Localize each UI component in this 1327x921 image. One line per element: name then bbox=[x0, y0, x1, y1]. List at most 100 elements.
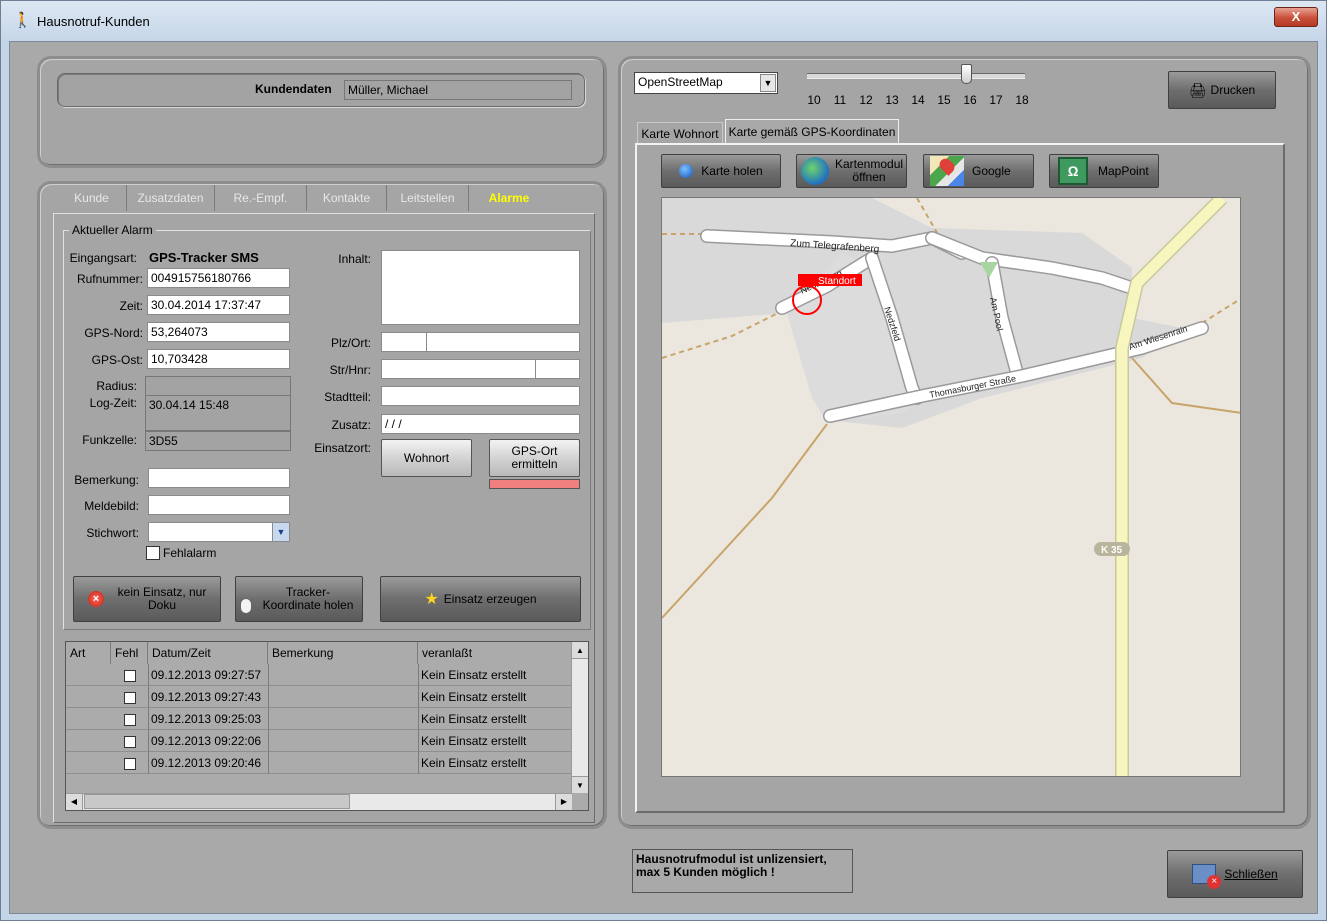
tab-alarme[interactable]: Alarme bbox=[469, 185, 549, 211]
grid-header-fehl[interactable]: Fehl bbox=[111, 642, 148, 664]
stichwort-label: Stichwort: bbox=[86, 526, 139, 540]
window-close-button[interactable]: X bbox=[1274, 7, 1318, 27]
rufnummer-field[interactable]: 004915756180766 bbox=[147, 268, 290, 288]
row-fehl-checkbox[interactable] bbox=[124, 692, 136, 704]
funkzelle-field[interactable]: 3D55 bbox=[145, 431, 291, 451]
row-art-cell bbox=[66, 664, 111, 686]
gps-ost-field[interactable]: 10,703428 bbox=[147, 349, 290, 369]
license-notice-text: Hausnotrufmodul ist unlizensiert, max 5 … bbox=[636, 852, 827, 879]
grid-vertical-scrollbar[interactable]: ▲ ▼ bbox=[571, 642, 588, 793]
kartenmodul-button[interactable]: Kartenmodul öffnen bbox=[796, 154, 907, 188]
stadtteil-field[interactable] bbox=[381, 386, 580, 406]
alarm-history-grid: Art Fehl Datum/Zeit Bemerkung veranlaßt … bbox=[65, 641, 589, 811]
row-datum-cell: 09.12.2013 09:20:46 bbox=[148, 752, 268, 774]
dropdown-arrow-icon[interactable]: ▼ bbox=[272, 523, 289, 541]
tab-kunde[interactable]: Kunde bbox=[57, 185, 127, 211]
table-row[interactable]: 09.12.2013 09:27:43 Kein Einsatz erstell… bbox=[66, 686, 572, 708]
meldebild-field[interactable] bbox=[148, 495, 290, 515]
row-veranlasst-cell: Kein Einsatz erstellt bbox=[418, 708, 572, 730]
table-row[interactable]: 09.12.2013 09:22:06 Kein Einsatz erstell… bbox=[66, 730, 572, 752]
gps-ort-button-label: GPS-Ort ermitteln bbox=[511, 444, 558, 471]
tab-leitstellen[interactable]: Leitstellen bbox=[387, 185, 469, 211]
map-provider-value: OpenStreetMap bbox=[638, 75, 723, 89]
mappoint-button[interactable]: Ω MapPoint bbox=[1049, 154, 1159, 188]
row-veranlasst-cell: Kein Einsatz erstellt bbox=[418, 664, 572, 686]
schliessen-button[interactable]: × Schließen bbox=[1167, 850, 1303, 898]
row-veranlasst-cell: Kein Einsatz erstellt bbox=[418, 752, 572, 774]
print-button-label: Drucken bbox=[1210, 82, 1256, 97]
einsatz-erzeugen-label: Einsatz erzeugen bbox=[443, 591, 537, 606]
scroll-left-icon[interactable]: ◀ bbox=[66, 794, 83, 810]
zoom-tick-label: 15 bbox=[937, 93, 951, 107]
scroll-up-icon[interactable]: ▲ bbox=[572, 642, 588, 659]
print-button[interactable]: 🖨 Drucken bbox=[1168, 71, 1276, 109]
logzeit-field[interactable]: 30.04.14 15:48 bbox=[145, 395, 291, 431]
table-row[interactable]: 09.12.2013 09:20:46 Kein Einsatz erstell… bbox=[66, 752, 572, 774]
scroll-thumb[interactable] bbox=[84, 794, 350, 809]
map-provider-select[interactable]: OpenStreetMap ▼ bbox=[634, 72, 778, 94]
tab-kontakte[interactable]: Kontakte bbox=[307, 185, 387, 211]
stadtteil-label: Stadtteil: bbox=[324, 390, 371, 404]
gps-ort-indicator bbox=[489, 479, 580, 489]
einsatz-erzeugen-button[interactable]: ★ Einsatz erzeugen bbox=[380, 576, 581, 622]
row-bemerkung-cell bbox=[268, 708, 418, 730]
grid-header-art[interactable]: Art bbox=[66, 642, 111, 664]
funkzelle-label: Funkzelle: bbox=[82, 433, 137, 447]
hnr-field[interactable] bbox=[535, 359, 580, 379]
row-bemerkung-cell bbox=[268, 730, 418, 752]
row-fehl-checkbox[interactable] bbox=[124, 736, 136, 748]
wohnort-button[interactable]: Wohnort bbox=[381, 439, 472, 477]
row-fehl-checkbox[interactable] bbox=[124, 758, 136, 770]
zoom-tick-label: 13 bbox=[885, 93, 899, 107]
map-canvas: Zum Telegrafenberg Nedz...weg Nedzfeld A… bbox=[662, 198, 1240, 776]
row-art-cell bbox=[66, 708, 111, 730]
str-field[interactable] bbox=[381, 359, 536, 379]
customer-label: Kundendaten bbox=[255, 82, 332, 96]
map-view[interactable]: Zum Telegrafenberg Nedz...weg Nedzfeld A… bbox=[661, 197, 1241, 777]
cancel-red-icon: × bbox=[88, 591, 104, 607]
customer-name-field[interactable]: Müller, Michael bbox=[344, 80, 572, 100]
logzeit-label: Log-Zeit: bbox=[89, 396, 137, 410]
grid-header-datum[interactable]: Datum/Zeit bbox=[148, 642, 268, 664]
scroll-down-icon[interactable]: ▼ bbox=[572, 776, 588, 793]
row-fehl-checkbox[interactable] bbox=[124, 670, 136, 682]
einsatzort-label: Einsatzort: bbox=[314, 441, 371, 455]
kein-einsatz-button[interactable]: × kein Einsatz, nur Doku bbox=[73, 576, 221, 622]
row-bemerkung-cell bbox=[268, 664, 418, 686]
ort-field[interactable] bbox=[426, 332, 580, 352]
tab-re-empf[interactable]: Re.-Empf. bbox=[215, 185, 307, 211]
inhalt-label: Inhalt: bbox=[338, 252, 371, 266]
zoom-slider-thumb[interactable] bbox=[961, 64, 972, 84]
row-datum-cell: 09.12.2013 09:22:06 bbox=[148, 730, 268, 752]
fehlalarm-checkbox[interactable] bbox=[146, 546, 160, 560]
zeit-field[interactable]: 30.04.2014 17:37:47 bbox=[147, 295, 290, 315]
bemerkung-field[interactable] bbox=[148, 468, 290, 488]
google-button[interactable]: Google bbox=[923, 154, 1034, 188]
karte-holen-button[interactable]: Karte holen bbox=[661, 154, 781, 188]
plz-field[interactable] bbox=[381, 332, 427, 352]
scroll-right-icon[interactable]: ▶ bbox=[555, 794, 572, 810]
zeit-label: Zeit: bbox=[119, 299, 143, 313]
row-fehl-checkbox[interactable] bbox=[124, 714, 136, 726]
dropdown-arrow-icon[interactable]: ▼ bbox=[760, 74, 776, 92]
tab-strip: Kunde Zusatzdaten Re.-Empf. Kontakte Lei… bbox=[57, 185, 547, 211]
tracker-koordinate-button[interactable]: Tracker-Koordinate holen bbox=[235, 576, 363, 622]
main-window: 🚶 Hausnotruf-Kunden X Kundendaten Müller… bbox=[0, 0, 1327, 921]
inhalt-field[interactable] bbox=[381, 250, 580, 325]
star-icon: ★ bbox=[424, 590, 439, 608]
table-row[interactable]: 09.12.2013 09:25:03 Kein Einsatz erstell… bbox=[66, 708, 572, 730]
gps-ort-button[interactable]: GPS-Ort ermitteln bbox=[489, 439, 580, 477]
radius-field[interactable] bbox=[145, 376, 291, 396]
zoom-slider[interactable] bbox=[807, 73, 1025, 79]
stichwort-select[interactable]: ▼ bbox=[148, 522, 290, 542]
zusatz-field[interactable]: / / / bbox=[381, 414, 580, 434]
map-tab-wohnort[interactable]: Karte Wohnort bbox=[637, 122, 723, 144]
grid-header-veranlasst[interactable]: veranlaßt bbox=[418, 642, 573, 664]
grid-header-bemerkung[interactable]: Bemerkung bbox=[268, 642, 418, 664]
grid-horizontal-scrollbar[interactable]: ◀ ▶ bbox=[66, 793, 572, 810]
gps-nord-field[interactable]: 53,264073 bbox=[147, 322, 290, 342]
table-row[interactable]: 09.12.2013 09:27:57 Kein Einsatz erstell… bbox=[66, 664, 572, 686]
plz-label: Plz/Ort: bbox=[330, 336, 371, 350]
tab-zusatzdaten[interactable]: Zusatzdaten bbox=[127, 185, 215, 211]
map-tab-gps[interactable]: Karte gemäß GPS-Koordinaten bbox=[725, 119, 899, 145]
